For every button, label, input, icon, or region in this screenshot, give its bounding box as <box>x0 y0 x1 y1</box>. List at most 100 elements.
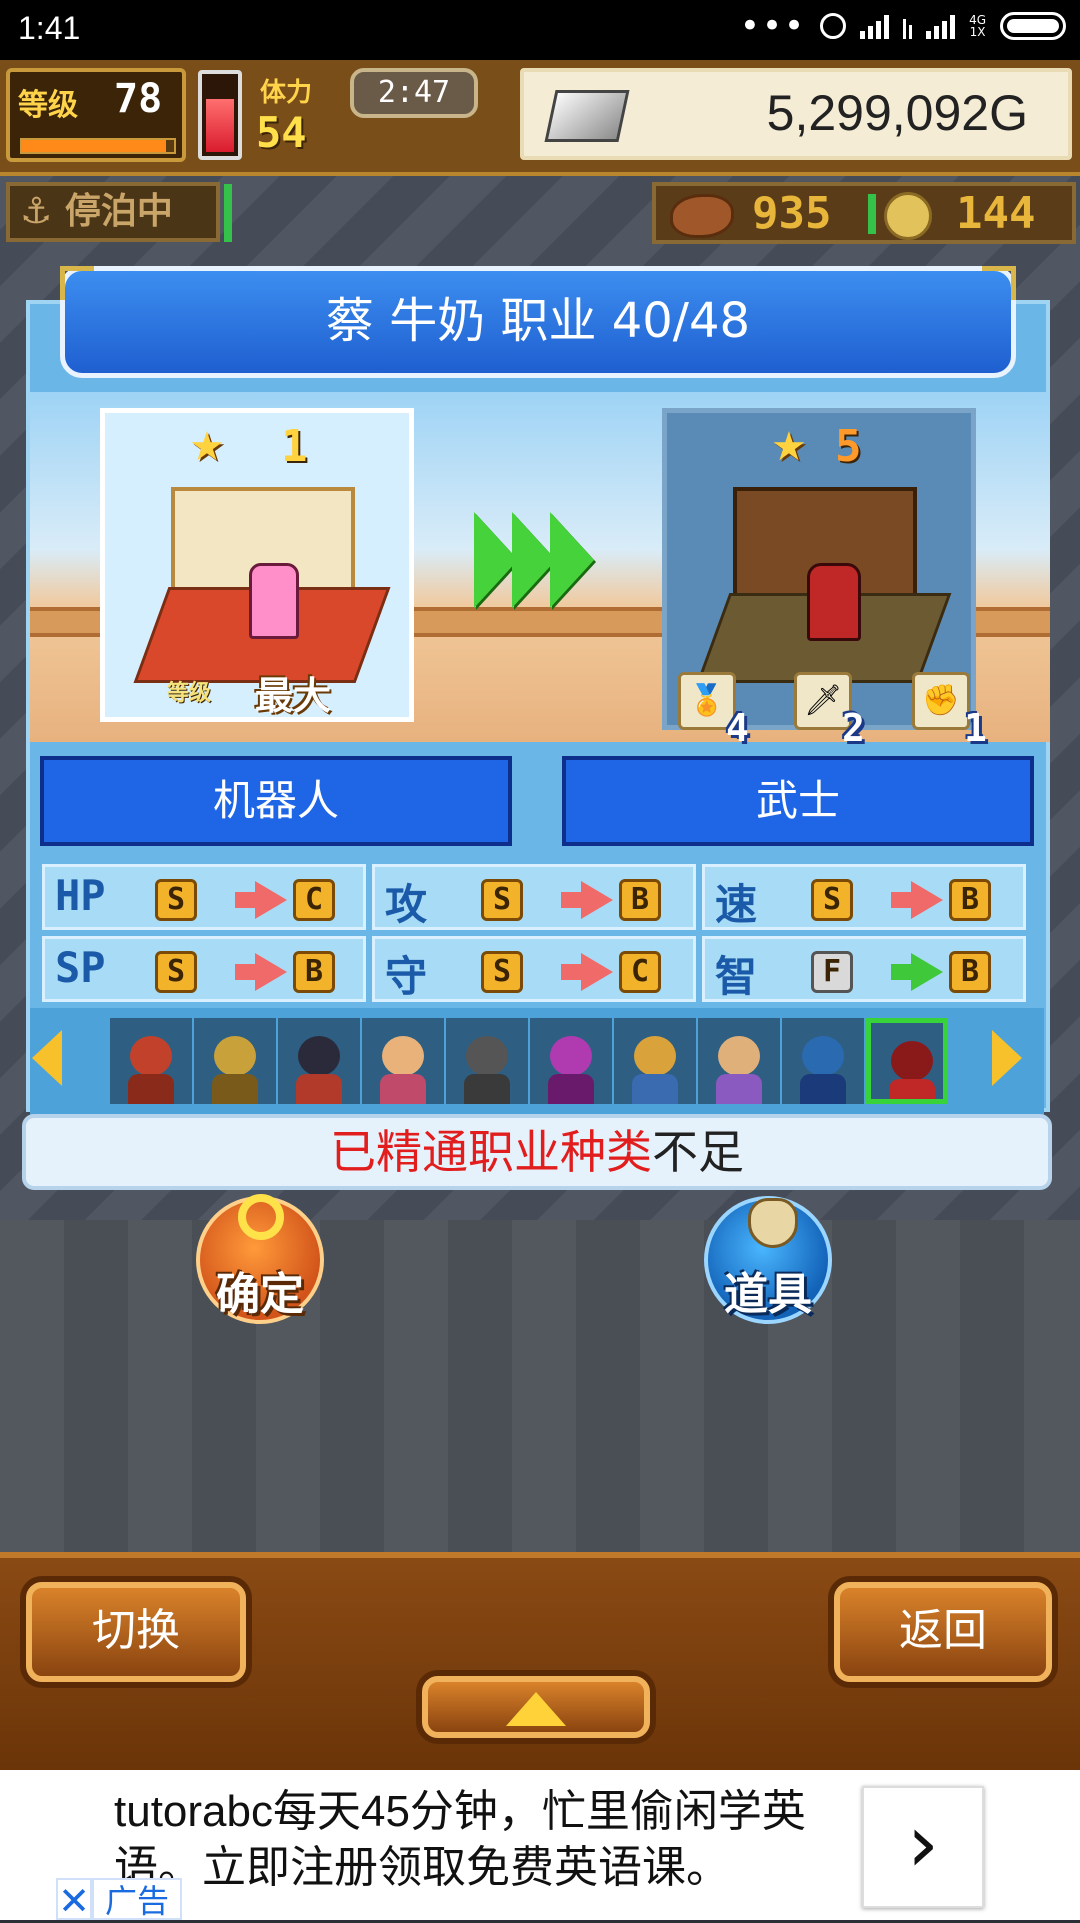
confirm-button[interactable]: 确定 <box>196 1194 324 1324</box>
stamina-box: 体力 54 <box>252 70 362 162</box>
alarm-icon <box>820 13 847 39</box>
next-job-rank: 5 <box>835 421 862 472</box>
top-hud: 等级 78 体力 54 2:47 5,299,092G <box>0 60 1080 176</box>
stat-hp: HP S C <box>42 864 366 930</box>
grade-from: S <box>811 879 853 921</box>
character-body <box>296 1074 342 1104</box>
grade-to: B <box>949 951 991 993</box>
arrow-right-icon <box>561 881 613 919</box>
ad-badge: 广告 <box>92 1878 182 1920</box>
stat-comparison-grid: HP S C 攻 S B 速 S B SP S B 守 S C 智 F B <box>42 864 1032 1014</box>
character-body <box>380 1074 426 1104</box>
grade-to: B <box>619 879 661 921</box>
character-thumb[interactable] <box>866 1018 948 1104</box>
bag-icon <box>748 1198 798 1248</box>
ad-close-icon[interactable]: ✕ <box>56 1878 92 1922</box>
arrow-right-icon <box>235 881 287 919</box>
skill-count: 1 <box>964 706 987 750</box>
character-thumb[interactable] <box>278 1018 360 1104</box>
character-thumb[interactable] <box>782 1018 864 1104</box>
arrow-right-icon <box>891 881 943 919</box>
banner-corner-right <box>982 266 1016 300</box>
grade-to: B <box>293 951 335 993</box>
character-head <box>130 1036 172 1076</box>
stamina-value: 54 <box>256 108 307 157</box>
prev-character-arrow[interactable] <box>32 1030 62 1086</box>
next-character-arrow[interactable] <box>992 1030 1022 1086</box>
character-thumb[interactable] <box>614 1018 696 1104</box>
silver-bar-icon <box>544 90 630 142</box>
character-thumb[interactable] <box>194 1018 276 1104</box>
stat-label: 智 <box>715 952 758 1001</box>
triangle-up-icon <box>506 1692 566 1726</box>
character-body <box>548 1074 594 1104</box>
star-icon: ★ <box>771 424 807 470</box>
character-thumb[interactable] <box>446 1018 528 1104</box>
items-label: 道具 <box>724 1269 812 1320</box>
current-level-label: 等级 <box>167 681 212 706</box>
character-thumb[interactable] <box>110 1018 192 1104</box>
status-icons: ••• 4G 1X <box>739 6 1066 46</box>
character-body <box>716 1074 762 1104</box>
ad-text[interactable]: tutorabc每天45分钟，忙里偷闲学英语。立即注册领取免费英语课。 <box>114 1784 854 1896</box>
network-type: 4G 1X <box>969 13 986 39</box>
character-body <box>464 1074 510 1104</box>
character-body <box>128 1074 174 1104</box>
character-thumb[interactable] <box>698 1018 780 1104</box>
character-body <box>212 1074 258 1104</box>
character-head <box>550 1036 592 1076</box>
moored-indicator <box>224 184 232 242</box>
ad-banner[interactable]: tutorabc每天45分钟，忙里偷闲学英语。立即注册领取免费英语课。 › ✕ … <box>0 1770 1080 1922</box>
character-head <box>891 1041 933 1081</box>
grade-to: C <box>293 879 335 921</box>
circle-icon <box>238 1194 284 1240</box>
character-body <box>632 1074 678 1104</box>
status-bar: 1:41 ••• 4G 1X <box>0 0 1080 60</box>
stamina-gauge <box>198 70 242 160</box>
level-box: 等级 78 <box>6 68 186 162</box>
stat-intellect: 智 F B <box>702 936 1026 1002</box>
stat-label: SP <box>55 943 106 992</box>
requirement-warning: 已精通职业种类不足 <box>22 1114 1052 1190</box>
data-transfer-icon <box>903 13 913 39</box>
character-thumb[interactable] <box>362 1018 444 1104</box>
max-label: 最大 <box>255 674 332 718</box>
skill-count: 4 <box>726 706 749 750</box>
items-button[interactable]: 道具 <box>704 1196 832 1324</box>
arrow-right-icon <box>561 953 613 991</box>
character-head <box>634 1036 676 1076</box>
more-dots-icon: ••• <box>739 6 807 46</box>
character-head <box>214 1036 256 1076</box>
stat-defense: 守 S C <box>372 936 696 1002</box>
grade-from: S <box>481 951 523 993</box>
stat-label: 攻 <box>385 880 428 929</box>
stamina-timer: 2:47 <box>350 68 478 118</box>
star-icon: ★ <box>189 424 225 470</box>
arrow-right-icon <box>235 953 287 991</box>
switch-button[interactable]: 切换 <box>26 1582 246 1682</box>
character-thumb[interactable] <box>530 1018 612 1104</box>
character-body <box>800 1074 846 1104</box>
from-job-name: 机器人 <box>40 756 512 846</box>
back-button[interactable]: 返回 <box>834 1582 1052 1682</box>
expand-up-button[interactable] <box>422 1676 650 1738</box>
character-head <box>298 1036 340 1076</box>
resources-box: 935 144 <box>652 182 1076 244</box>
moored-status[interactable]: ⚓ 停泊中 <box>6 182 220 242</box>
stat-label: 守 <box>385 952 428 1001</box>
character-head <box>802 1036 844 1076</box>
grade-to: B <box>949 879 991 921</box>
hud-secondary: ⚓ 停泊中 935 144 <box>0 176 1080 250</box>
gold-box: 5,299,092G <box>520 68 1072 160</box>
samurai-room-illustration <box>696 477 952 683</box>
moored-label: 停泊中 <box>64 191 173 232</box>
battery-icon <box>1000 12 1066 40</box>
signal-icon <box>860 13 890 39</box>
stamina-fill <box>206 98 234 152</box>
ad-chevron-right-icon[interactable]: › <box>862 1786 984 1908</box>
grade-from: S <box>155 951 197 993</box>
medal-coin-icon <box>884 192 932 240</box>
meat-icon <box>670 194 734 238</box>
xp-bar <box>20 138 176 154</box>
warning-rest: 不足 <box>652 1125 744 1179</box>
